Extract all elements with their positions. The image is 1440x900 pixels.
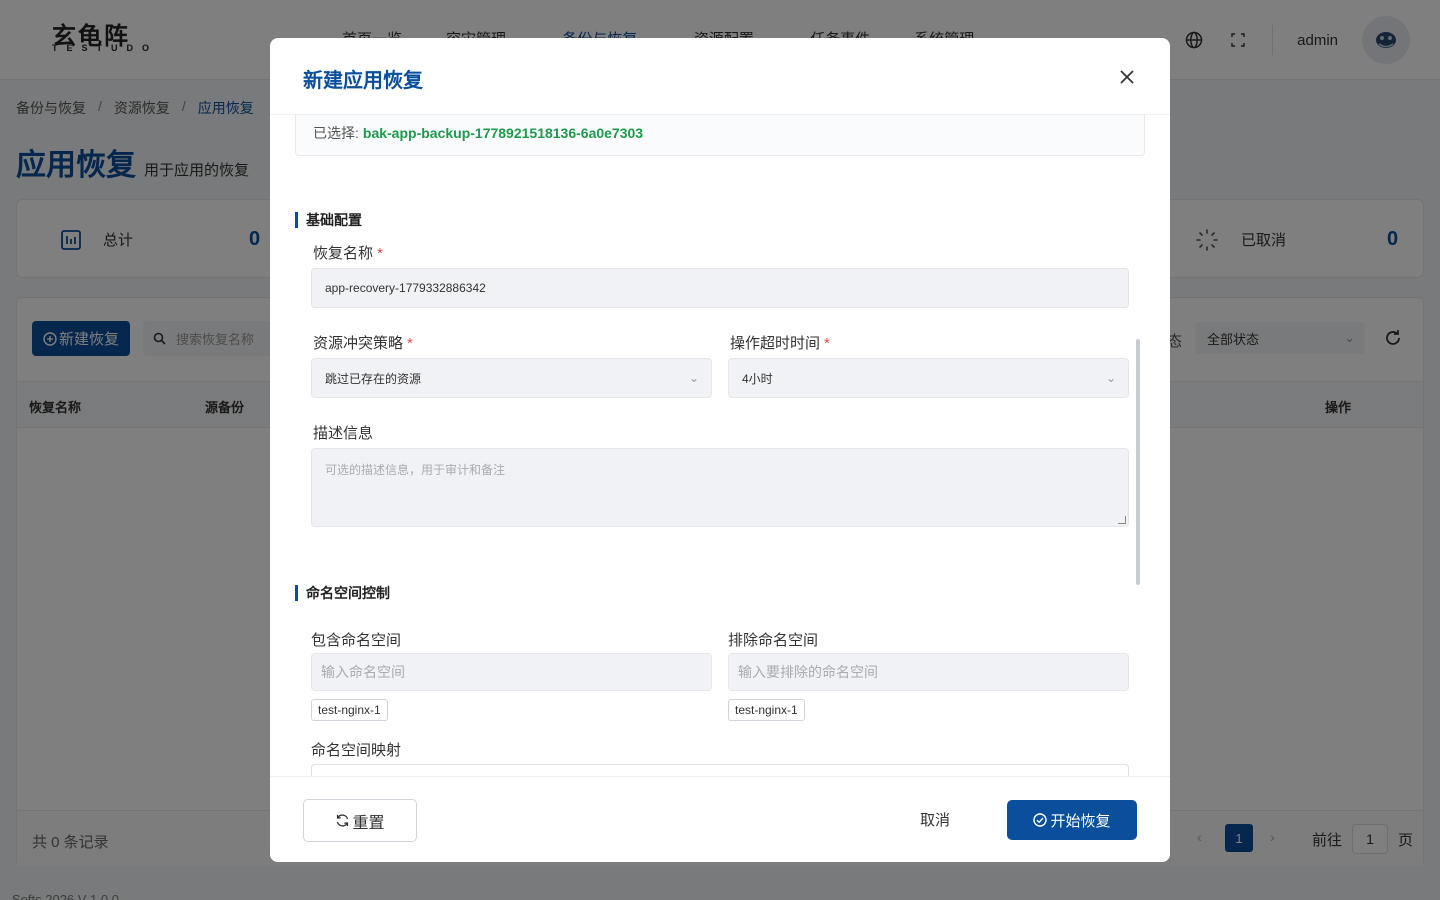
dialog-footer: 重置 取消 开始恢复 <box>270 776 1170 862</box>
selected-backup-name: bak-app-backup-1778921518136-6a0e7303 <box>362 125 644 141</box>
exclude-namespace-label: 排除命名空间 <box>728 632 819 649</box>
resize-handle[interactable] <box>1118 516 1126 524</box>
conflict-policy-label: 资源冲突策略 * <box>313 332 413 353</box>
exclude-namespace-tag[interactable]: test-nginx-1 <box>728 699 805 721</box>
exclude-namespace-input[interactable]: 输入要排除的命名空间 <box>728 653 1129 691</box>
cancel-button[interactable]: 取消 <box>920 809 950 830</box>
start-restore-label: 开始恢复 <box>1050 812 1111 830</box>
selected-prefix: 已选择: <box>313 125 359 141</box>
description-placeholder: 可选的描述信息，用于审计和备注 <box>325 463 506 477</box>
description-label: 描述信息 <box>313 425 374 442</box>
chevron-down-icon: ⌄ <box>688 371 699 385</box>
new-app-restore-dialog: 新建应用恢复 已选择: bak-app-backup-1778921518136… <box>270 38 1170 862</box>
dialog-header: 新建应用恢复 <box>270 38 1170 115</box>
namespace-mapping-label: 命名空间映射 <box>311 742 402 759</box>
include-namespace-tag[interactable]: test-nginx-1 <box>311 699 388 721</box>
include-namespace-input[interactable]: 输入命名空间 <box>311 653 712 691</box>
refresh-icon <box>337 814 349 827</box>
timeout-value: 4小时 <box>742 371 773 386</box>
label-text: 恢复名称 <box>313 245 374 262</box>
check-circle-icon <box>1033 813 1048 827</box>
namespace-mapping-box[interactable] <box>311 764 1129 776</box>
start-restore-button[interactable]: 开始恢复 <box>1007 800 1137 840</box>
conflict-policy-select[interactable]: 跳过已存在的资源 ⌄ <box>311 358 712 398</box>
reset-button[interactable]: 重置 <box>303 799 417 842</box>
close-icon[interactable] <box>1118 68 1136 86</box>
required-mark: * <box>377 245 383 262</box>
dialog-title: 新建应用恢复 <box>303 70 423 92</box>
restore-name-input[interactable]: app-recovery-1779332886342 <box>311 268 1129 308</box>
chevron-down-icon: ⌄ <box>1105 371 1116 385</box>
label-text: 操作超时时间 <box>730 335 821 352</box>
required-mark: * <box>824 335 830 352</box>
dialog-scrollbar[interactable] <box>1136 339 1140 585</box>
conflict-policy-value: 跳过已存在的资源 <box>325 371 422 386</box>
include-namespace-label: 包含命名空间 <box>311 632 402 649</box>
section-basic-config: 基础配置 <box>295 212 362 228</box>
selected-backup: 已选择: bak-app-backup-1778921518136-6a0e73… <box>295 115 1145 156</box>
restore-name-label: 恢复名称 * <box>313 242 383 263</box>
label-text: 资源冲突策略 <box>313 335 404 352</box>
reset-label: 重置 <box>352 814 385 832</box>
timeout-select[interactable]: 4小时 ⌄ <box>728 358 1129 398</box>
section-namespace-control: 命名空间控制 <box>295 585 390 601</box>
timeout-label: 操作超时时间 * <box>730 332 830 353</box>
dialog-body: 已选择: bak-app-backup-1778921518136-6a0e73… <box>270 115 1170 776</box>
description-textarea[interactable]: 可选的描述信息，用于审计和备注 <box>311 448 1129 527</box>
required-mark: * <box>407 335 413 352</box>
